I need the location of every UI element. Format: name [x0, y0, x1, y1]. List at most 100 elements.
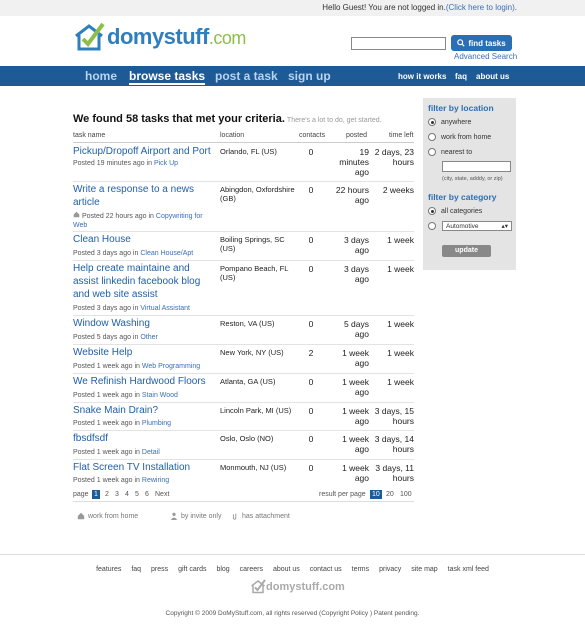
per-page-20[interactable]: 20 — [386, 491, 394, 498]
nav-about-us[interactable]: about us — [476, 72, 509, 81]
radio-all-categories[interactable] — [428, 207, 436, 215]
footer-link-blog[interactable]: blog — [216, 566, 229, 573]
task-title-link[interactable]: Window Washing — [73, 317, 223, 330]
page-link-4[interactable]: 4 — [125, 491, 129, 498]
per-page-100[interactable]: 100 — [400, 491, 412, 498]
footer-link-privacy[interactable]: privacy — [379, 566, 401, 573]
task-title-link[interactable]: Snake Main Drain? — [73, 404, 223, 417]
search-icon — [457, 39, 465, 47]
col-posted[interactable]: posted — [346, 132, 367, 139]
task-contacts: 0 — [308, 319, 314, 329]
task-meta: Posted 22 hours ago in Copywriting for W… — [73, 211, 203, 229]
location-work-from-home-option[interactable]: work from home — [428, 133, 491, 141]
page-link-1[interactable]: 1 — [92, 490, 100, 499]
col-location[interactable]: location — [220, 132, 244, 139]
greeting-text: Hello Guest! You are not logged in. — [322, 3, 446, 12]
search-input[interactable] — [351, 37, 446, 50]
task-category-link[interactable]: Web Programming — [142, 363, 200, 370]
task-category-link[interactable]: Other — [140, 334, 158, 341]
task-location: Lincoln Park, MI (US) — [220, 406, 292, 415]
task-meta: Posted 1 week ago in Web Programming — [73, 363, 201, 370]
task-location: New York, NY (US) — [220, 348, 284, 357]
task-title-link[interactable]: Website Help — [73, 346, 223, 359]
footer-link-features[interactable]: features — [96, 566, 121, 573]
footer-link-site-map[interactable]: site map — [411, 566, 437, 573]
task-title-link[interactable]: We Refinish Hardwood Floors — [73, 375, 223, 388]
per-page-10[interactable]: 10 — [370, 490, 382, 499]
category-select-option[interactable] — [428, 222, 436, 230]
house-check-icon — [75, 22, 105, 51]
task-title-link[interactable]: Clean House — [73, 233, 223, 246]
page-link-3[interactable]: 3 — [115, 491, 119, 498]
login-link[interactable]: (Click here to login) — [446, 3, 515, 12]
radio-anywhere[interactable] — [428, 118, 436, 126]
tab-post-a-task[interactable]: post a task — [215, 69, 278, 83]
footer-link-terms[interactable]: terms — [352, 566, 370, 573]
top-status-bar: Hello Guest! You are not logged in.(Clic… — [0, 0, 585, 16]
task-contacts: 0 — [308, 434, 314, 444]
nav-how-it-works[interactable]: how it works — [398, 72, 446, 81]
task-category-link[interactable]: Plumbing — [142, 420, 171, 427]
radio-work-from-home[interactable] — [428, 133, 436, 141]
nav-faq[interactable]: faq — [455, 72, 467, 81]
next-page-link[interactable]: Next — [155, 491, 169, 498]
task-meta: Posted 3 days ago in Virtual Assistant — [73, 305, 191, 312]
radio-category[interactable] — [428, 222, 436, 230]
footer-link-faq[interactable]: faq — [131, 566, 141, 573]
task-location: Orlando, FL (US) — [220, 147, 277, 156]
task-time-left: 1 week — [387, 348, 414, 358]
task-category-link[interactable]: Rewiring — [142, 477, 169, 484]
find-tasks-button[interactable]: find tasks — [451, 35, 512, 51]
footer-link-press[interactable]: press — [151, 566, 168, 573]
footer-link-about-us[interactable]: about us — [273, 566, 300, 573]
footer-link-task-xml-feed[interactable]: task xml feed — [448, 566, 489, 573]
task-posted: 3 days ago — [343, 235, 369, 255]
col-contacts[interactable]: contacts — [299, 132, 325, 139]
task-title-link[interactable]: Flat Screen TV Installation — [73, 461, 223, 474]
col-task-name[interactable]: task name — [73, 132, 105, 139]
task-category-link[interactable]: Stain Wood — [142, 392, 178, 399]
task-title-link[interactable]: fbsdfsdf — [73, 432, 223, 445]
footer-link-careers[interactable]: careers — [240, 566, 263, 573]
legend-by-invite-only: by invite only — [170, 512, 221, 520]
table-header: task name location contacts posted time … — [73, 132, 414, 143]
location-nearest-to-option[interactable]: nearest to — [428, 148, 472, 156]
advanced-search-link[interactable]: Advanced Search — [454, 52, 517, 61]
table-row: Website Help Posted 1 week ago in Web Pr… — [73, 346, 414, 374]
main-nav: home browse tasks post a task sign up ho… — [0, 66, 585, 86]
legend-has-attachment: has attachment — [231, 512, 290, 520]
pagination: page 1 2 3 4 5 6 Next result per page 10… — [73, 489, 414, 502]
page-link-6[interactable]: 6 — [145, 491, 149, 498]
task-meta: Posted 19 minutes ago in Pick Up — [73, 160, 179, 167]
task-location: Atlanta, GA (US) — [220, 377, 276, 386]
radio-nearest-to[interactable] — [428, 148, 436, 156]
tab-sign-up[interactable]: sign up — [288, 69, 331, 83]
col-time-left[interactable]: time left — [389, 132, 414, 139]
footer-link-gift-cards[interactable]: gift cards — [178, 566, 206, 573]
task-contacts: 0 — [308, 406, 314, 416]
house-check-icon — [251, 579, 266, 594]
task-time-left: 3 days, 11 hours — [375, 463, 414, 483]
site-logo[interactable]: domystuff.com — [73, 22, 246, 52]
page-link-2[interactable]: 2 — [105, 491, 109, 498]
footer-logo: domystuff.com — [250, 579, 345, 594]
category-select[interactable]: Automotive ▴▾ — [442, 221, 512, 231]
task-title-link[interactable]: Write a response to a news article — [73, 183, 213, 209]
footer-link-contact-us[interactable]: contact us — [310, 566, 342, 573]
task-title-link[interactable]: Pickup/Dropoff Airport and Port — [73, 145, 233, 158]
task-category-link[interactable]: Clean House/Apt — [140, 250, 193, 257]
task-location: Monmouth, NJ (US) — [220, 463, 287, 472]
tab-browse-tasks[interactable]: browse tasks — [129, 69, 206, 85]
legend-work-from-home: work from home — [77, 512, 138, 520]
update-button[interactable]: update — [442, 245, 491, 257]
task-category-link[interactable]: Detail — [142, 449, 160, 456]
task-title-link[interactable]: Help create maintaine and assist linkedi… — [73, 262, 215, 301]
page-link-5[interactable]: 5 — [135, 491, 139, 498]
category-all-option[interactable]: all categories — [428, 207, 482, 215]
tab-home[interactable]: home — [85, 69, 117, 83]
task-category-link[interactable]: Virtual Assistant — [140, 305, 190, 312]
task-meta: Posted 1 week ago in Rewiring — [73, 477, 170, 484]
nearest-to-input[interactable] — [442, 161, 511, 172]
task-category-link[interactable]: Pick Up — [154, 160, 178, 167]
location-anywhere-option[interactable]: anywhere — [428, 118, 471, 126]
